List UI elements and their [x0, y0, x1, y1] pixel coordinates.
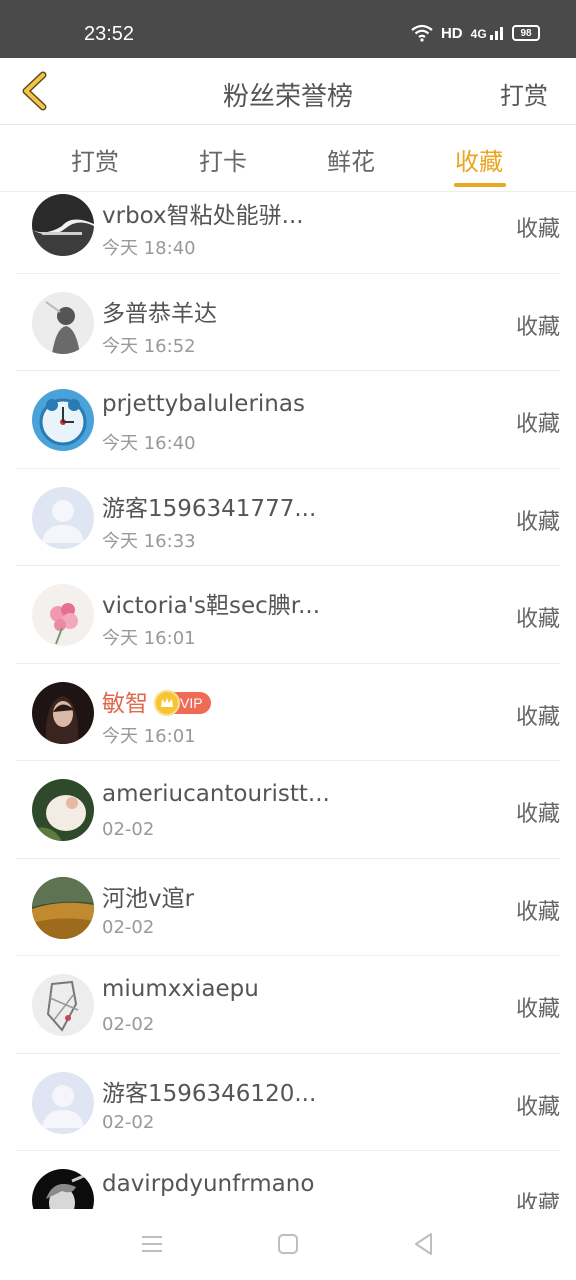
crown-icon [154, 689, 180, 716]
user-name: 敏智 VIP [102, 684, 211, 718]
net-type: 4G [470, 26, 487, 41]
timestamp: 02-02 [102, 916, 155, 938]
status-time: 23:52 [84, 23, 135, 45]
user-name: 多普恭羊达 [102, 300, 217, 327]
user-name: 游客1596346120... [102, 1080, 317, 1107]
list-item[interactable]: miumxxiaepu 02-02 收藏 [16, 956, 560, 1054]
default-user-icon [32, 486, 94, 549]
timestamp: 今天 18:40 [102, 238, 196, 259]
list-item[interactable]: 河池v逭r 02-02 收藏 [16, 859, 560, 956]
timestamp: 02-02 [102, 1111, 155, 1133]
timestamp: 02-02 [102, 1014, 155, 1035]
action-label: 收藏 [515, 217, 560, 242]
timestamp: 今天 16:01 [102, 628, 196, 649]
avatar[interactable] [32, 194, 94, 256]
action-label: 收藏 [515, 1094, 560, 1120]
vip-badge: VIP [154, 689, 211, 716]
timestamp: 今天 16:33 [102, 530, 196, 552]
menu-icon[interactable] [137, 1229, 167, 1259]
list-item[interactable]: victoria's靼sec腆r... 今天 16:01 收藏 [16, 566, 560, 664]
tab-checkin[interactable]: 打卡 [199, 142, 247, 177]
signal-icon: 4G [471, 26, 504, 41]
list-item[interactable]: vrbox智粘处能骈... 今天 18:40 收藏 [16, 193, 560, 274]
list-item[interactable]: 敏智 VIP 今天 16:01 收藏 [16, 664, 560, 761]
user-name: prjettybalulerinas [102, 391, 305, 417]
timestamp: 今天 16:52 [102, 335, 196, 357]
avatar[interactable] [32, 291, 94, 354]
tab-flowers[interactable]: 鲜花 [327, 142, 375, 177]
timestamp: 今天 16:01 [102, 725, 196, 747]
status-bar: 23:52 HD 4G 98 [0, 0, 576, 58]
action-label: 收藏 [515, 704, 560, 730]
user-name: davirpdyunfrmano [102, 1171, 315, 1197]
default-user-icon [32, 1071, 94, 1134]
action-label: 收藏 [515, 1192, 560, 1209]
user-name: victoria's靼sec腆r... [102, 593, 321, 619]
back-icon[interactable] [409, 1229, 439, 1259]
timestamp: 今天 16:40 [102, 433, 196, 454]
user-name: vrbox智粘处能骈... [102, 203, 304, 229]
user-name: 河池v逭r [102, 885, 195, 912]
list-item[interactable]: 游客1596341777... 今天 16:33 收藏 [16, 469, 560, 566]
home-icon[interactable] [273, 1229, 303, 1259]
status-icons: HD 4G 98 [411, 24, 540, 42]
user-name: miumxxiaepu [102, 976, 259, 1002]
user-name: ameriucantouristt... [102, 781, 330, 807]
action-label: 收藏 [515, 899, 560, 925]
active-tab-indicator [454, 183, 506, 187]
avatar[interactable] [32, 681, 94, 744]
vip-label: VIP [180, 694, 203, 711]
avatar[interactable] [32, 1169, 94, 1209]
action-label: 收藏 [515, 802, 560, 827]
avatar[interactable] [32, 389, 94, 451]
timestamp: 02-02 [102, 819, 155, 840]
avatar[interactable] [32, 779, 94, 841]
wifi-icon [411, 24, 433, 42]
avatar[interactable] [32, 974, 94, 1036]
page-title: 粉丝荣誉榜 [222, 82, 353, 112]
network-label: HD [440, 24, 463, 42]
list-item[interactable]: prjettybalulerinas 今天 16:40 收藏 [16, 371, 560, 469]
avatar[interactable] [32, 584, 94, 646]
reward-button[interactable]: 打赏 [500, 76, 548, 111]
avatar[interactable] [32, 1071, 94, 1134]
action-label: 收藏 [515, 509, 560, 535]
user-name-text: 敏智 [102, 690, 148, 717]
battery-icon: 98 [512, 25, 540, 41]
avatar[interactable] [32, 486, 94, 549]
system-nav-bar [0, 1209, 576, 1280]
action-label: 收藏 [515, 412, 560, 437]
tab-reward[interactable]: 打赏 [71, 142, 119, 177]
list-item[interactable]: 游客1596346120... 02-02 收藏 [16, 1054, 560, 1151]
list-item[interactable]: davirpdyunfrmano 收藏 [16, 1151, 560, 1209]
list-item[interactable]: ameriucantouristt... 02-02 收藏 [16, 761, 560, 859]
user-name: 游客1596341777... [102, 495, 317, 522]
header: 粉丝荣誉榜 打赏 [0, 58, 576, 125]
fan-list[interactable]: vrbox智粘处能骈... 今天 18:40 收藏 多普恭羊达 今天 16:52… [0, 193, 576, 1209]
list-item[interactable]: 多普恭羊达 今天 16:52 收藏 [16, 274, 560, 371]
action-label: 收藏 [515, 607, 560, 632]
action-label: 收藏 [515, 314, 560, 340]
tab-favorites[interactable]: 收藏 [455, 142, 503, 177]
action-label: 收藏 [515, 997, 560, 1022]
avatar[interactable] [32, 876, 94, 939]
